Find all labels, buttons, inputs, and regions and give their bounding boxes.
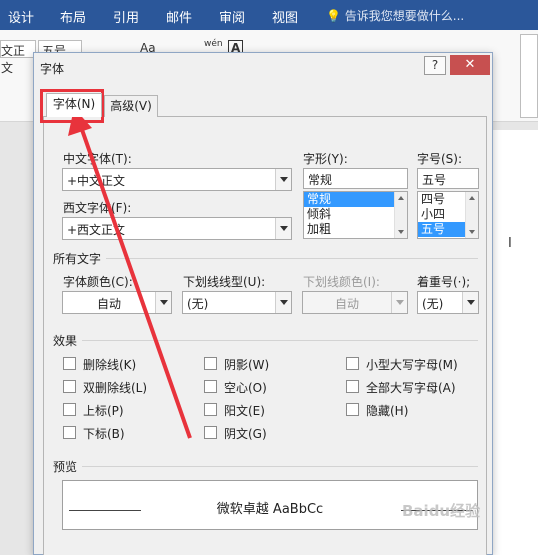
watermark: Baidu经验	[402, 502, 481, 520]
arrow-shaft	[78, 123, 192, 439]
arrow-annotation	[68, 108, 192, 439]
tab-font[interactable]: 字体(N)	[46, 93, 102, 117]
